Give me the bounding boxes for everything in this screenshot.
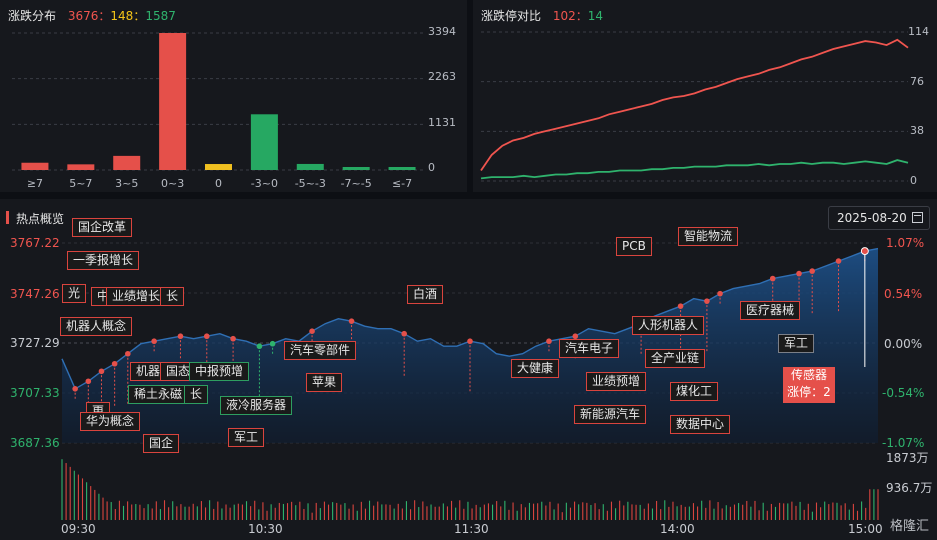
event-marker[interactable]: [72, 386, 78, 392]
event-marker[interactable]: [348, 318, 355, 324]
event-marker[interactable]: [177, 333, 184, 340]
event-marker[interactable]: [203, 333, 210, 340]
concept-label[interactable]: 光: [62, 284, 87, 303]
concept-label[interactable]: PCB: [616, 237, 652, 256]
concept-label[interactable]: 医疗器械: [740, 301, 801, 320]
index-tick: 3767.22: [10, 236, 60, 250]
intraday-index-chart: [61, 242, 879, 520]
index-tick: 3727.29: [10, 336, 60, 350]
time-tick: 09:30: [61, 522, 96, 536]
event-marker[interactable]: [769, 275, 776, 282]
volume-tick: 936.7万: [886, 481, 933, 495]
hover-point: [860, 247, 869, 256]
concept-label[interactable]: 汽车零部件: [284, 341, 357, 360]
event-marker[interactable]: [98, 368, 105, 375]
event-marker[interactable]: [546, 338, 552, 345]
concept-label[interactable]: 全产业链: [645, 349, 706, 368]
tooltip-concept: 传感器: [790, 368, 827, 382]
event-marker[interactable]: [85, 378, 92, 385]
event-marker[interactable]: [835, 258, 842, 264]
index-tick: 3707.33: [10, 386, 60, 400]
watermark-text: 格隆汇: [889, 519, 929, 534]
concept-label[interactable]: 中报预增: [189, 362, 250, 381]
concept-label[interactable]: 长: [184, 385, 209, 404]
concept-label[interactable]: 汽车电子: [559, 339, 620, 358]
concept-label[interactable]: 军工: [778, 334, 815, 353]
concept-label[interactable]: 智能物流: [678, 227, 739, 246]
concept-label[interactable]: 苹果: [306, 373, 343, 392]
event-marker[interactable]: [796, 270, 802, 277]
concept-label[interactable]: 稀土永磁: [128, 385, 189, 404]
tooltip-limit-up: 涨停：2: [787, 385, 831, 399]
time-tick: 11:30: [454, 522, 489, 536]
event-marker[interactable]: [125, 350, 131, 357]
event-marker[interactable]: [401, 330, 407, 337]
concept-label[interactable]: 数据中心: [670, 415, 731, 434]
pct-tick: -0.54%: [882, 386, 925, 400]
concept-label[interactable]: 一季报增长: [67, 251, 140, 270]
time-tick: 15:00: [848, 522, 883, 536]
event-marker[interactable]: [151, 338, 157, 345]
event-marker[interactable]: [111, 360, 118, 367]
concept-label[interactable]: 人形机器人: [632, 316, 705, 335]
watermark-logo: 格隆汇: [890, 515, 929, 534]
concept-label[interactable]: 液冷服务器: [220, 396, 293, 415]
volume-tick: 1873万: [886, 451, 929, 465]
event-marker[interactable]: [256, 343, 263, 350]
event-marker[interactable]: [269, 340, 276, 347]
concept-label[interactable]: 国企: [143, 434, 180, 453]
pct-tick: 1.07%: [886, 236, 925, 250]
event-marker[interactable]: [717, 290, 723, 297]
concept-label[interactable]: 新能源汽车: [574, 405, 647, 424]
hover-tooltip: 传感器 涨停：2: [783, 367, 835, 403]
pct-tick: 0.00%: [884, 337, 923, 351]
event-marker[interactable]: [809, 268, 815, 274]
index-tick: 3687.36: [10, 436, 60, 450]
event-marker[interactable]: [704, 298, 710, 304]
concept-label[interactable]: 白酒: [407, 285, 444, 304]
concept-label[interactable]: 煤化工: [670, 382, 719, 401]
concept-label[interactable]: 机器人概念: [60, 317, 133, 336]
pct-tick: -1.07%: [882, 436, 925, 450]
time-tick: 10:30: [248, 522, 283, 536]
concept-label[interactable]: 国企改革: [72, 218, 133, 237]
index-tick: 3747.26: [10, 287, 60, 301]
time-tick: 14:00: [660, 522, 695, 536]
concept-label[interactable]: 军工: [228, 428, 265, 447]
pct-tick: 0.54%: [884, 287, 923, 301]
concept-label[interactable]: 华为概念: [80, 412, 141, 431]
event-marker[interactable]: [467, 338, 473, 345]
concept-label[interactable]: 大健康: [511, 359, 560, 378]
concept-label[interactable]: 长: [160, 287, 185, 306]
concept-label[interactable]: 业绩增长: [106, 287, 167, 306]
event-marker[interactable]: [309, 328, 315, 335]
event-marker[interactable]: [677, 303, 684, 309]
event-marker[interactable]: [230, 335, 236, 342]
concept-label[interactable]: 业绩预增: [586, 372, 647, 391]
